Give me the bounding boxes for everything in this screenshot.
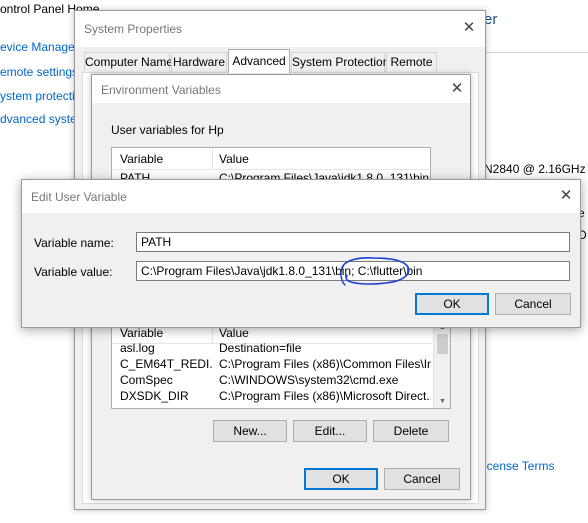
system-protection-link[interactable]: ystem protectio	[0, 89, 81, 103]
edit-user-variable-title: Edit User Variable	[31, 190, 127, 204]
column-header-variable[interactable]: Variable	[120, 326, 163, 340]
close-icon[interactable]: ✕	[556, 186, 576, 206]
new-system-variable-button[interactable]: New...	[213, 420, 287, 442]
column-header-value[interactable]: Value	[219, 326, 249, 340]
system-variables-list[interactable]: Variable Value asl.log Destination=file …	[111, 321, 451, 409]
remote-settings-link[interactable]: emote settings	[0, 65, 78, 79]
license-terms-link[interactable]: icense Terms	[484, 459, 554, 473]
close-icon[interactable]: ✕	[459, 18, 479, 38]
column-header-value[interactable]: Value	[219, 152, 249, 166]
edit-user-variable-titlebar: Edit User Variable ✕	[22, 180, 580, 213]
tab-system-protection[interactable]: System Protection	[291, 52, 389, 72]
system-header-fragment: er	[484, 11, 498, 28]
close-icon[interactable]: ✕	[447, 79, 467, 99]
table-row-value[interactable]: Destination=file	[219, 341, 431, 355]
vertical-scrollbar[interactable]: ▲ ▼	[433, 322, 450, 408]
variable-value-label: Variable value:	[34, 265, 113, 279]
user-variables-label: User variables for Hp	[111, 123, 224, 137]
table-row-variable[interactable]: C_EM64T_REDI...	[120, 357, 212, 371]
tab-advanced[interactable]: Advanced	[228, 49, 290, 73]
list-header: Variable Value	[112, 148, 430, 170]
advanced-system-settings-link[interactable]: dvanced syste	[0, 112, 77, 126]
scrollbar-thumb[interactable]	[437, 334, 448, 354]
env-ok-button[interactable]: OK	[304, 468, 378, 490]
environment-variables-title: Environment Variables	[101, 83, 221, 97]
edit-cancel-button[interactable]: Cancel	[495, 293, 571, 315]
delete-system-variable-button[interactable]: Delete	[373, 420, 449, 442]
table-row-value[interactable]: C:\Program Files (x86)\Microsoft Direct.…	[219, 389, 431, 403]
column-separator[interactable]	[212, 148, 213, 170]
env-cancel-button[interactable]: Cancel	[384, 468, 460, 490]
edit-user-variable-dialog: Edit User Variable ✕ Variable name: PATH…	[21, 179, 581, 328]
variable-name-label: Variable name:	[34, 236, 114, 250]
header-divider	[486, 52, 588, 53]
column-header-variable[interactable]: Variable	[120, 152, 163, 166]
table-row-value[interactable]: C:\Program Files (x86)\Common Files\In..…	[219, 357, 431, 371]
variable-name-input[interactable]: PATH	[136, 232, 570, 252]
scroll-down-arrow-icon[interactable]: ▼	[434, 396, 450, 408]
system-properties-titlebar: System Properties ✕	[75, 11, 485, 47]
edit-ok-button[interactable]: OK	[415, 293, 489, 315]
tab-remote[interactable]: Remote	[386, 52, 437, 72]
table-row-variable[interactable]: DXSDK_DIR	[120, 389, 212, 403]
environment-variables-titlebar: Environment Variables ✕	[92, 75, 470, 103]
tab-hardware[interactable]: Hardware	[171, 52, 227, 72]
device-manager-link[interactable]: evice Manager	[0, 40, 79, 54]
processor-info: N2840 @ 2.16GHz	[484, 162, 586, 176]
table-row-variable[interactable]: asl.log	[120, 341, 212, 355]
table-row-variable[interactable]: ComSpec	[120, 373, 212, 387]
table-row-value[interactable]: C:\WINDOWS\system32\cmd.exe	[219, 373, 431, 387]
tab-computer-name[interactable]: Computer Name	[84, 52, 173, 72]
annotation-circle-icon	[340, 257, 410, 286]
edit-system-variable-button[interactable]: Edit...	[293, 420, 367, 442]
system-properties-title: System Properties	[84, 22, 183, 36]
